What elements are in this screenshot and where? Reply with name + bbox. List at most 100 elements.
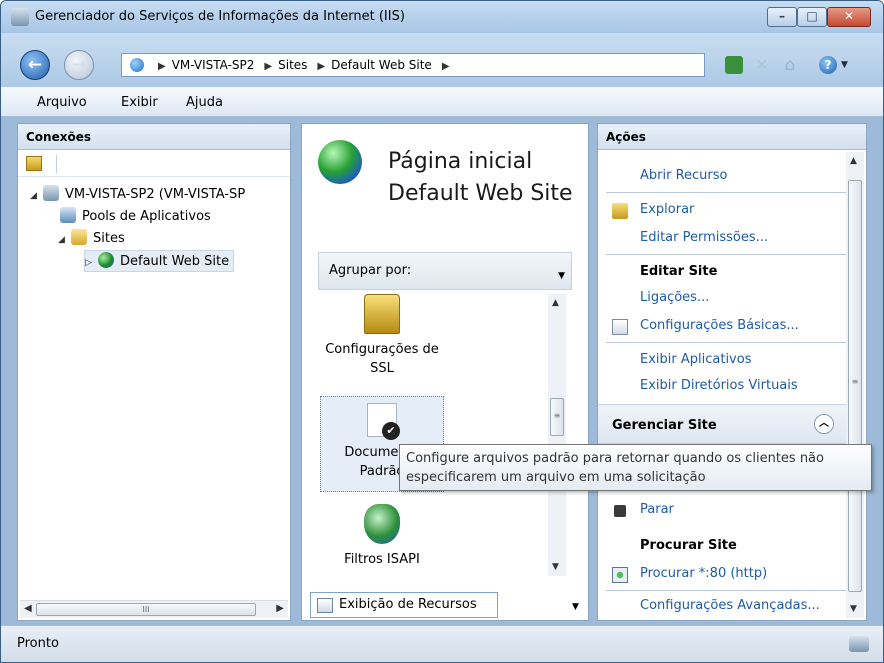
maximize-button[interactable]: □ — [797, 7, 827, 27]
scroll-down-icon[interactable]: ▼ — [552, 562, 559, 572]
action-view-virtual-dirs[interactable]: Exibir Diretórios Virtuais — [598, 378, 846, 393]
feature-tooltip: Configure arquivos padrão para retornar … — [399, 444, 872, 491]
action-bindings[interactable]: Ligações... — [598, 290, 846, 305]
scroll-up-icon[interactable]: ▲ — [552, 298, 559, 308]
close-icon: ✕ — [843, 9, 855, 23]
menu-exibir[interactable]: Exibir — [121, 95, 158, 110]
minimize-button[interactable]: – — [767, 7, 797, 27]
connections-title: Conexões — [18, 124, 290, 150]
actions-pane: Ações Abrir Recurso Explorar Editar Perm… — [597, 123, 867, 621]
feature-label: Filtros ISAPI — [344, 552, 420, 567]
menu-ajuda[interactable]: Ajuda — [186, 95, 223, 110]
action-label: Explorar — [640, 202, 695, 217]
help-icon[interactable]: ? — [819, 56, 837, 74]
features-view-tab[interactable]: Exibição de Recursos — [310, 592, 498, 618]
scroll-right-icon[interactable]: ▶ — [276, 603, 284, 614]
action-edit-permissions[interactable]: Editar Permissões... — [598, 230, 846, 245]
feature-ssl-settings[interactable]: Configurações de SSL — [320, 294, 444, 384]
manage-site-label: Gerenciar Site — [612, 418, 717, 433]
action-header-browse-site: Procurar Site — [640, 538, 737, 553]
collapse-up-icon[interactable]: ︿ — [814, 414, 834, 434]
forward-arrow-icon: → — [71, 55, 87, 75]
window-title: Gerenciador do Serviços de Informações d… — [35, 9, 405, 24]
collapse-icon[interactable]: ◢ — [30, 185, 40, 207]
refresh-icon[interactable] — [725, 56, 743, 74]
default-document-icon — [367, 403, 400, 440]
action-basic-settings[interactable]: Configurações Básicas... — [598, 318, 846, 335]
scroll-up-icon[interactable]: ▲ — [850, 156, 857, 166]
feature-label: Configurações de SSL — [325, 342, 439, 376]
server-icon — [43, 185, 59, 201]
help-dropdown-icon[interactable]: ▼ — [841, 56, 851, 74]
tree-node-label: Default Web Site — [120, 254, 230, 269]
website-globe-icon — [98, 252, 114, 268]
chevron-down-icon[interactable]: ▼ — [558, 271, 565, 281]
breadcrumb-sites[interactable]: Sites — [278, 58, 307, 72]
status-text: Pronto — [17, 636, 59, 651]
sites-folder-icon — [71, 229, 87, 245]
scroll-down-icon[interactable]: ▼ — [850, 604, 857, 614]
home-icon[interactable]: ⌂ — [781, 56, 799, 74]
group-by-header[interactable]: Agrupar por: ▼ — [318, 252, 572, 290]
main-window: Gerenciador do Serviços de Informações d… — [0, 0, 884, 663]
breadcrumb-server[interactable]: VM-VISTA-SP2 — [172, 58, 255, 72]
connections-horizontal-scrollbar[interactable]: ◀ III ▶ — [20, 600, 288, 618]
collapse-icon[interactable]: ◢ — [58, 229, 68, 251]
server-status-icon — [849, 636, 869, 652]
expand-icon[interactable]: ▷ — [85, 252, 95, 274]
action-view-applications[interactable]: Exibir Aplicativos — [598, 352, 846, 367]
action-advanced-settings[interactable]: Configurações Avançadas... — [598, 598, 846, 613]
title-bar: Gerenciador do Serviços de Informações d… — [1, 1, 883, 33]
actions-title: Ações — [598, 124, 866, 150]
features-view-icon — [317, 598, 333, 613]
actions-divider — [606, 254, 846, 255]
breadcrumb-separator: ▶ — [264, 61, 273, 72]
close-button[interactable]: ✕ — [827, 7, 871, 27]
actions-vertical-scrollbar[interactable]: ▲ ≡ ▼ — [846, 152, 864, 618]
back-button[interactable]: ← — [20, 50, 50, 80]
globe-icon — [130, 58, 144, 72]
breadcrumb-separator: ▶ — [158, 61, 166, 72]
stop-icon[interactable]: ✕ — [753, 56, 771, 74]
breadcrumb-default-web-site[interactable]: Default Web Site — [331, 58, 432, 72]
website-globe-icon — [318, 140, 362, 184]
tree-node-sites[interactable]: ◢ Sites — [58, 228, 125, 250]
address-bar[interactable]: ▶ VM-VISTA-SP2 ▶ Sites ▶ Default Web Site ▶ — [121, 53, 705, 77]
app-pool-icon — [60, 207, 76, 223]
maximize-icon: □ — [806, 9, 818, 23]
action-stop[interactable]: Parar — [598, 502, 846, 517]
status-bar: Pronto — [1, 625, 883, 662]
tree-node-server[interactable]: ◢ VM-VISTA-SP2 (VM-VISTA-SP — [30, 184, 245, 206]
action-browse-80[interactable]: Procurar *:80 (http) — [598, 566, 846, 583]
iis-app-icon — [11, 8, 29, 26]
forward-button[interactable]: → — [64, 50, 94, 80]
connect-icon[interactable] — [26, 156, 42, 171]
features-vertical-scrollbar[interactable]: ▲ ≡ ▼ — [548, 294, 566, 576]
view-dropdown-icon[interactable]: ▼ — [572, 602, 579, 612]
connections-toolbar — [18, 151, 290, 177]
action-explore[interactable]: Explorar — [598, 202, 846, 219]
lock-icon — [364, 294, 400, 334]
menu-arquivo[interactable]: Arquivo — [37, 95, 87, 110]
breadcrumb: ▶ VM-VISTA-SP2 ▶ Sites ▶ Default Web Site ▶ — [152, 58, 456, 72]
toolbar-divider — [56, 155, 57, 173]
tree-node-label: Pools de Aplicativos — [82, 209, 211, 224]
manage-site-header[interactable]: Gerenciar Site ︿ — [598, 404, 848, 444]
actions-divider — [606, 590, 846, 591]
group-by-label: Agrupar por: — [329, 263, 412, 278]
feature-isapi-filters[interactable]: Filtros ISAPI — [320, 504, 444, 574]
action-open-feature[interactable]: Abrir Recurso — [598, 168, 846, 183]
scrollbar-thumb[interactable]: ≡ — [848, 180, 862, 592]
tree-node-app-pools[interactable]: Pools de Aplicativos — [60, 206, 211, 228]
tree-node-label: Sites — [93, 231, 125, 246]
back-arrow-icon: ← — [27, 55, 43, 75]
scroll-left-icon[interactable]: ◀ — [24, 603, 32, 614]
isapi-filter-icon — [364, 504, 400, 544]
breadcrumb-separator: ▶ — [317, 61, 326, 72]
features-view-label: Exibição de Recursos — [339, 597, 477, 612]
page-title: Página inicial Default Web Site — [388, 149, 573, 206]
browse-icon — [612, 567, 628, 583]
scrollbar-thumb[interactable]: III — [36, 603, 256, 616]
tree-node-default-web-site[interactable]: ▷ Default Web Site — [84, 250, 235, 274]
scrollbar-thumb[interactable]: ≡ — [550, 398, 564, 436]
